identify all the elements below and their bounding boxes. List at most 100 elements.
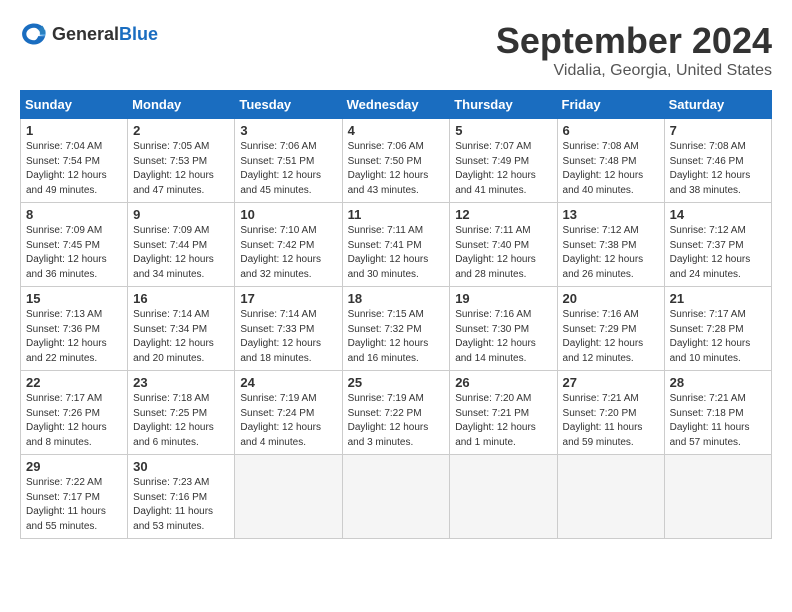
day-info: Sunrise: 7:16 AMSunset: 7:29 PMDaylight:… xyxy=(563,308,659,366)
day-number: 24 xyxy=(240,375,336,390)
day-info: Sunrise: 7:15 AMSunset: 7:32 PMDaylight:… xyxy=(348,308,445,366)
day-info: Sunrise: 7:13 AMSunset: 7:36 PMDaylight:… xyxy=(26,308,122,366)
calendar-cell: 14 Sunrise: 7:12 AMSunset: 7:37 PMDayligh… xyxy=(664,203,771,287)
day-number: 12 xyxy=(455,207,551,222)
day-number: 22 xyxy=(26,375,122,390)
day-info: Sunrise: 7:17 AMSunset: 7:26 PMDaylight:… xyxy=(26,392,122,450)
calendar-cell: 4 Sunrise: 7:06 AMSunset: 7:50 PMDaylight… xyxy=(342,119,450,203)
calendar-cell: 18 Sunrise: 7:15 AMSunset: 7:32 PMDayligh… xyxy=(342,287,450,371)
day-info: Sunrise: 7:09 AMSunset: 7:45 PMDaylight:… xyxy=(26,224,122,282)
calendar-cell xyxy=(235,455,342,539)
day-info: Sunrise: 7:19 AMSunset: 7:24 PMDaylight:… xyxy=(240,392,336,450)
calendar-cell: 6Sunrise: 7:08 AMSunset: 7:48 PMDaylight… xyxy=(557,119,664,203)
day-info: Sunrise: 7:19 AMSunset: 7:22 PMDaylight:… xyxy=(348,392,445,450)
calendar-week-row: 1 Sunrise: 7:04 AMSunset: 7:54 PMDaylight… xyxy=(21,119,772,203)
day-number: 16 xyxy=(133,291,229,306)
calendar-cell: 22 Sunrise: 7:17 AMSunset: 7:26 PMDayligh… xyxy=(21,371,128,455)
day-number: 1 xyxy=(26,123,122,138)
day-info: Sunrise: 7:14 AMSunset: 7:33 PMDaylight:… xyxy=(240,308,336,366)
calendar-cell: 17 Sunrise: 7:14 AMSunset: 7:33 PMDayligh… xyxy=(235,287,342,371)
day-number: 8 xyxy=(26,207,122,222)
day-info: Sunrise: 7:12 AMSunset: 7:37 PMDaylight:… xyxy=(670,224,766,282)
day-number: 11 xyxy=(348,207,445,222)
calendar-cell xyxy=(450,455,557,539)
column-header-tuesday: Tuesday xyxy=(235,91,342,119)
day-number: 18 xyxy=(348,291,445,306)
day-info: Sunrise: 7:20 AMSunset: 7:21 PMDaylight:… xyxy=(455,392,551,450)
day-info: Sunrise: 7:12 AMSunset: 7:38 PMDaylight:… xyxy=(563,224,659,282)
logo: GeneralBlue xyxy=(20,20,158,48)
calendar-cell: 1 Sunrise: 7:04 AMSunset: 7:54 PMDaylight… xyxy=(21,119,128,203)
calendar-cell: 21 Sunrise: 7:17 AMSunset: 7:28 PMDayligh… xyxy=(664,287,771,371)
day-info: Sunrise: 7:06 AMSunset: 7:50 PMDaylight:… xyxy=(348,140,445,198)
calendar-cell: 20 Sunrise: 7:16 AMSunset: 7:29 PMDayligh… xyxy=(557,287,664,371)
logo-text: GeneralBlue xyxy=(52,24,158,45)
calendar-cell xyxy=(664,455,771,539)
calendar-cell: 26 Sunrise: 7:20 AMSunset: 7:21 PMDayligh… xyxy=(450,371,557,455)
day-info: Sunrise: 7:21 AMSunset: 7:18 PMDaylight:… xyxy=(670,392,766,450)
day-info: Sunrise: 7:04 AMSunset: 7:54 PMDaylight:… xyxy=(26,140,122,198)
day-number: 27 xyxy=(563,375,659,390)
column-header-friday: Friday xyxy=(557,91,664,119)
day-info: Sunrise: 7:09 AMSunset: 7:44 PMDaylight:… xyxy=(133,224,229,282)
column-header-thursday: Thursday xyxy=(450,91,557,119)
calendar-cell xyxy=(342,455,450,539)
calendar-week-row: 15 Sunrise: 7:13 AMSunset: 7:36 PMDayligh… xyxy=(21,287,772,371)
day-number: 30 xyxy=(133,459,229,474)
day-number: 29 xyxy=(26,459,122,474)
calendar-cell: 9Sunrise: 7:09 AMSunset: 7:44 PMDaylight… xyxy=(128,203,235,287)
day-number: 5 xyxy=(455,123,551,138)
column-header-saturday: Saturday xyxy=(664,91,771,119)
logo-icon xyxy=(20,20,48,48)
day-info: Sunrise: 7:21 AMSunset: 7:20 PMDaylight:… xyxy=(563,392,659,450)
day-info: Sunrise: 7:08 AMSunset: 7:46 PMDaylight:… xyxy=(670,140,766,198)
day-info: Sunrise: 7:17 AMSunset: 7:28 PMDaylight:… xyxy=(670,308,766,366)
column-header-wednesday: Wednesday xyxy=(342,91,450,119)
calendar-cell: 12Sunrise: 7:11 AMSunset: 7:40 PMDayligh… xyxy=(450,203,557,287)
day-number: 26 xyxy=(455,375,551,390)
calendar-cell: 3 Sunrise: 7:06 AMSunset: 7:51 PMDaylight… xyxy=(235,119,342,203)
calendar-week-row: 29 Sunrise: 7:22 AMSunset: 7:17 PMDayligh… xyxy=(21,455,772,539)
day-info: Sunrise: 7:08 AMSunset: 7:48 PMDaylight:… xyxy=(563,140,659,198)
calendar-cell: 24 Sunrise: 7:19 AMSunset: 7:24 PMDayligh… xyxy=(235,371,342,455)
calendar-week-row: 22 Sunrise: 7:17 AMSunset: 7:26 PMDayligh… xyxy=(21,371,772,455)
calendar-cell: 23 Sunrise: 7:18 AMSunset: 7:25 PMDayligh… xyxy=(128,371,235,455)
day-info: Sunrise: 7:22 AMSunset: 7:17 PMDaylight:… xyxy=(26,476,122,534)
day-info: Sunrise: 7:16 AMSunset: 7:30 PMDaylight:… xyxy=(455,308,551,366)
calendar-cell: 10 Sunrise: 7:10 AMSunset: 7:42 PMDayligh… xyxy=(235,203,342,287)
day-info: Sunrise: 7:11 AMSunset: 7:41 PMDaylight:… xyxy=(348,224,445,282)
day-number: 20 xyxy=(563,291,659,306)
day-number: 23 xyxy=(133,375,229,390)
calendar-cell xyxy=(557,455,664,539)
day-number: 15 xyxy=(26,291,122,306)
day-number: 17 xyxy=(240,291,336,306)
day-info: Sunrise: 7:05 AMSunset: 7:53 PMDaylight:… xyxy=(133,140,229,198)
day-number: 4 xyxy=(348,123,445,138)
calendar-header-row: SundayMondayTuesdayWednesdayThursdayFrid… xyxy=(21,91,772,119)
day-number: 19 xyxy=(455,291,551,306)
page-header: GeneralBlue September 2024 Vidalia, Geor… xyxy=(20,20,772,80)
calendar-cell: 5Sunrise: 7:07 AMSunset: 7:49 PMDaylight… xyxy=(450,119,557,203)
calendar-week-row: 8 Sunrise: 7:09 AMSunset: 7:45 PMDaylight… xyxy=(21,203,772,287)
day-info: Sunrise: 7:06 AMSunset: 7:51 PMDaylight:… xyxy=(240,140,336,198)
column-header-sunday: Sunday xyxy=(21,91,128,119)
day-number: 2 xyxy=(133,123,229,138)
calendar-cell: 8 Sunrise: 7:09 AMSunset: 7:45 PMDaylight… xyxy=(21,203,128,287)
day-number: 14 xyxy=(670,207,766,222)
day-info: Sunrise: 7:18 AMSunset: 7:25 PMDaylight:… xyxy=(133,392,229,450)
day-info: Sunrise: 7:10 AMSunset: 7:42 PMDaylight:… xyxy=(240,224,336,282)
calendar-table: SundayMondayTuesdayWednesdayThursdayFrid… xyxy=(20,90,772,539)
calendar-cell: 29 Sunrise: 7:22 AMSunset: 7:17 PMDayligh… xyxy=(21,455,128,539)
day-number: 3 xyxy=(240,123,336,138)
day-number: 10 xyxy=(240,207,336,222)
day-number: 28 xyxy=(670,375,766,390)
day-number: 13 xyxy=(563,207,659,222)
calendar-cell: 15 Sunrise: 7:13 AMSunset: 7:36 PMDayligh… xyxy=(21,287,128,371)
day-number: 21 xyxy=(670,291,766,306)
calendar-cell: 2 Sunrise: 7:05 AMSunset: 7:53 PMDaylight… xyxy=(128,119,235,203)
location-title: Vidalia, Georgia, United States xyxy=(496,62,772,80)
calendar-cell: 30 Sunrise: 7:23 AMSunset: 7:16 PMDayligh… xyxy=(128,455,235,539)
logo-general: General xyxy=(52,24,119,44)
day-number: 25 xyxy=(348,375,445,390)
day-info: Sunrise: 7:23 AMSunset: 7:16 PMDaylight:… xyxy=(133,476,229,534)
